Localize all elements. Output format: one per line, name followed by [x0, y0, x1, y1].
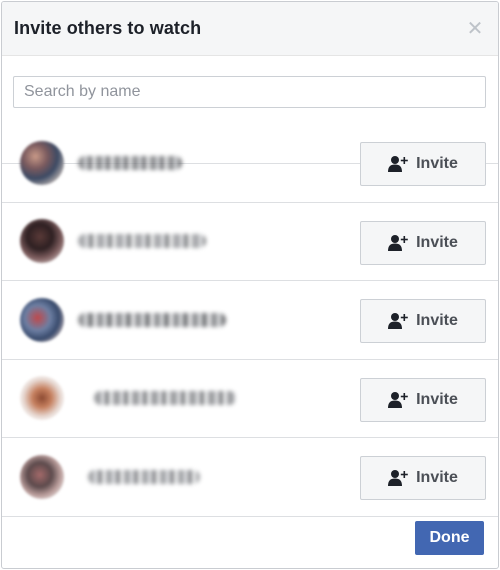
person-name-redacted: [78, 312, 226, 327]
list-item: Invite: [2, 360, 498, 438]
add-person-icon: [388, 470, 408, 486]
invite-button-label: Invite: [416, 390, 458, 408]
list-item: Invite: [2, 438, 498, 517]
avatar: [20, 219, 64, 264]
add-person-icon: [388, 156, 408, 172]
avatar: [20, 454, 64, 499]
avatar: [20, 140, 64, 185]
person-name-redacted: [78, 155, 182, 170]
person-name-redacted: [88, 469, 200, 484]
invite-button-label: Invite: [416, 312, 458, 329]
invite-button[interactable]: Invite: [360, 220, 486, 265]
invite-button-label: Invite: [416, 155, 458, 172]
invite-button[interactable]: Invite: [360, 299, 486, 343]
person-name-redacted: [94, 391, 236, 406]
avatar: [20, 376, 64, 421]
search-input[interactable]: [13, 76, 486, 108]
invite-button-label: Invite: [416, 469, 458, 486]
add-person-icon: [388, 234, 408, 251]
done-button[interactable]: Done: [415, 521, 484, 555]
add-person-icon: [388, 391, 408, 408]
list-item: Invite: [2, 203, 498, 281]
dialog-header: Invite others to watch ✕: [2, 2, 498, 56]
people-list: Invite Invite Invite Invite Invite: [2, 124, 498, 517]
list-item: Invite: [2, 124, 498, 203]
add-person-icon: [388, 313, 408, 329]
close-icon[interactable]: ✕: [464, 18, 486, 40]
invite-button-label: Invite: [416, 233, 458, 251]
person-name-redacted: [78, 234, 206, 249]
dialog-title: Invite others to watch: [14, 18, 202, 38]
avatar: [20, 297, 64, 342]
list-item: Invite: [2, 281, 498, 360]
invite-dialog: Invite others to watch ✕ Invite: [1, 1, 499, 569]
invite-button[interactable]: Invite: [360, 456, 486, 500]
invite-button[interactable]: Invite: [360, 142, 486, 186]
invite-button[interactable]: Invite: [360, 377, 486, 422]
